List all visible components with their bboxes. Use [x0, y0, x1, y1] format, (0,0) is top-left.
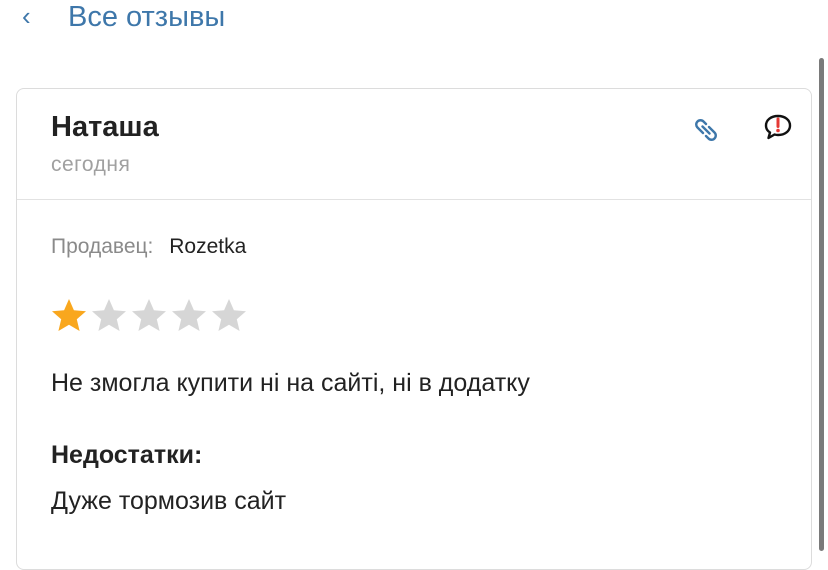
star-rating [49, 296, 249, 336]
report-comment-icon[interactable] [762, 111, 794, 143]
all-reviews-link[interactable]: Все отзывы [68, 0, 225, 34]
star-empty-icon [92, 299, 126, 331]
link-icon[interactable] [689, 113, 723, 147]
review-text: Не змогла купити ні на сайті, ні в додат… [51, 369, 530, 397]
star-empty-icon [172, 299, 206, 331]
scrollbar[interactable] [819, 58, 824, 551]
star-empty-icon [132, 299, 166, 331]
seller-name: Rozetka [169, 235, 247, 258]
back-navigation[interactable]: ‹ Все отзывы [0, 0, 828, 40]
cons-text: Дуже тормозив сайт [51, 487, 287, 515]
review-card: Наташа сегодня Продавец: Rozetka Не змог… [16, 88, 812, 570]
seller-label: Продавец: [51, 235, 154, 258]
star-empty-icon [212, 299, 246, 331]
chevron-left-icon[interactable]: ‹ [22, 2, 31, 30]
cons-title: Недостатки: [51, 441, 203, 469]
review-header: Наташа сегодня [17, 89, 811, 200]
seller-row: Продавец: Rozetka [51, 235, 246, 259]
star-filled-icon [52, 299, 86, 331]
review-author: Наташа [51, 111, 159, 143]
review-date: сегодня [51, 153, 131, 176]
